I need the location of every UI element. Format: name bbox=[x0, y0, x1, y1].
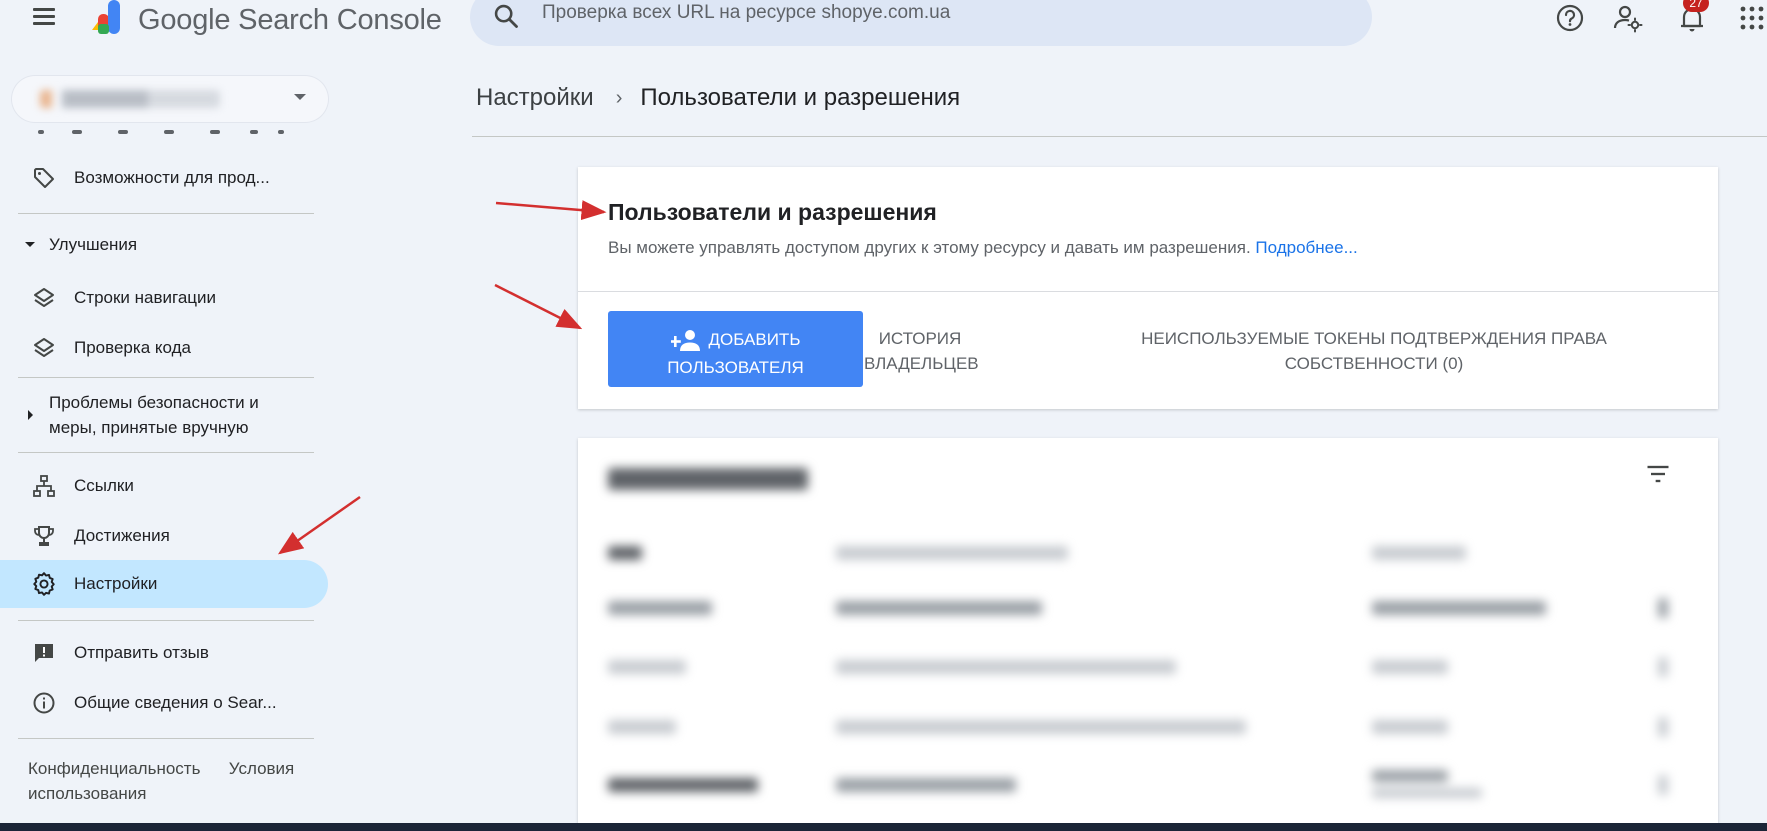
sidebar-item-merchant[interactable]: Возможности для прод... bbox=[0, 154, 330, 202]
sidebar-item-breadcrumbs[interactable]: Строки навигации bbox=[0, 274, 330, 322]
card-divider bbox=[578, 291, 1718, 292]
breadcrumb: Настройки › Пользователи и разрешения bbox=[476, 84, 960, 112]
breadcrumb-parent[interactable]: Настройки bbox=[476, 84, 594, 112]
feedback-icon bbox=[30, 639, 58, 667]
unused-tokens-button[interactable]: НЕИСПОЛЬЗУЕМЫЕ ТОКЕНЫ ПОДТВЕРЖДЕНИЯ ПРАВ… bbox=[1113, 326, 1635, 376]
add-user-label-line1: ДОБАВИТЬ bbox=[708, 330, 801, 349]
divider bbox=[18, 213, 314, 214]
sidebar-item-links[interactable]: Ссылки bbox=[0, 462, 330, 510]
sidebar-item-label: Проверка кода bbox=[74, 338, 191, 357]
divider bbox=[18, 377, 314, 378]
sidebar-item-feedback[interactable]: Отправить отзыв bbox=[0, 629, 330, 677]
trophy-icon bbox=[30, 522, 58, 550]
layers-icon bbox=[30, 284, 58, 312]
divider bbox=[18, 738, 314, 739]
sidebar-item-about[interactable]: Общие сведения о Sear... bbox=[0, 679, 330, 727]
property-selector[interactable] bbox=[12, 76, 328, 122]
chevron-right-icon: › bbox=[615, 86, 623, 109]
sidebar-item-label: Достижения bbox=[74, 526, 170, 545]
help-icon[interactable] bbox=[1554, 2, 1586, 34]
owner-history-label-line1: ИСТОРИЯ bbox=[878, 329, 962, 348]
header-divider bbox=[472, 136, 1767, 137]
notification-count-badge: 27 bbox=[1683, 0, 1709, 12]
tag-icon bbox=[30, 164, 58, 192]
chevron-down-icon bbox=[294, 94, 306, 100]
search-console-logo-icon bbox=[92, 0, 120, 34]
url-inspection-search bbox=[470, 0, 1372, 46]
apps-grid-icon[interactable] bbox=[1736, 2, 1767, 34]
sidebar-footer: Конфиденциальность Условия использования bbox=[28, 756, 328, 806]
filter-icon[interactable] bbox=[1644, 460, 1672, 488]
sidebar-navigation: Возможности для прод... Улучшения Строки… bbox=[0, 56, 330, 831]
top-bar: Google Search Console 27 bbox=[0, 0, 1767, 56]
search-icon[interactable] bbox=[492, 2, 520, 30]
learn-more-link[interactable]: Подробнее... bbox=[1255, 238, 1357, 257]
divider bbox=[18, 452, 314, 453]
sidebar-item-achievements[interactable]: Достижения bbox=[0, 512, 330, 560]
divider bbox=[18, 620, 314, 621]
section-label: Проблемы безопасности и меры, принятые в… bbox=[49, 393, 259, 437]
sidebar-item-label: Отправить отзыв bbox=[74, 643, 209, 662]
section-security[interactable]: Проблемы безопасности и меры, принятые в… bbox=[0, 390, 320, 442]
sidebar-item-label: Ссылки bbox=[74, 476, 134, 495]
privacy-link[interactable]: Конфиденциальность bbox=[28, 759, 200, 778]
product-name: Google Search Console bbox=[138, 4, 442, 36]
sidebar-item-label: Общие сведения о Sear... bbox=[74, 693, 277, 712]
unused-tokens-label-line2: СОБСТВЕННОСТИ (0) bbox=[1284, 354, 1464, 373]
url-inspection-input[interactable] bbox=[542, 2, 1302, 24]
sitemap-icon bbox=[30, 472, 58, 500]
manage-accounts-icon[interactable] bbox=[1612, 2, 1644, 34]
caret-down-icon bbox=[25, 242, 35, 247]
clipped-nav-item bbox=[38, 130, 298, 138]
owner-history-label-line2: ВЛАДЕЛЬЦЕВ bbox=[864, 354, 979, 373]
description-text: Вы можете управлять доступом других к эт… bbox=[608, 238, 1251, 257]
person-add-icon bbox=[670, 330, 700, 351]
add-user-button[interactable]: ДОБАВИТЬ ПОЛЬЗОВАТЕЛЯ bbox=[608, 311, 863, 387]
section-enhancements[interactable]: Улучшения bbox=[0, 232, 320, 262]
owner-history-button[interactable]: ИСТОРИЯ ВЛАДЕЛЬЦЕВ bbox=[864, 326, 979, 376]
main-menu-button[interactable] bbox=[28, 4, 60, 36]
sidebar-item-label: Строки навигации bbox=[74, 288, 217, 307]
info-icon bbox=[30, 689, 58, 717]
sidebar-item-label: Возможности для прод... bbox=[74, 168, 270, 187]
add-user-label-line2: ПОЛЬЗОВАТЕЛЯ bbox=[667, 358, 804, 377]
sidebar-item-code-check[interactable]: Проверка кода bbox=[0, 324, 330, 372]
gear-icon bbox=[30, 570, 58, 598]
card-title: Пользователи и разрешения bbox=[608, 199, 937, 225]
unused-tokens-label-line1: НЕИСПОЛЬЗУЕМЫЕ ТОКЕНЫ ПОДТВЕРЖДЕНИЯ ПРАВ… bbox=[1141, 329, 1607, 348]
breadcrumb-current: Пользователи и разрешения bbox=[640, 84, 961, 111]
section-label: Улучшения bbox=[49, 235, 138, 254]
users-permissions-card: Пользователи и разрешения Вы можете упра… bbox=[578, 167, 1718, 409]
sidebar-item-label: Настройки bbox=[74, 574, 158, 593]
sidebar-item-settings[interactable]: Настройки bbox=[0, 560, 328, 608]
taskbar-strip bbox=[0, 823, 1767, 831]
layers-icon bbox=[30, 334, 58, 362]
users-table-card bbox=[578, 438, 1718, 831]
property-name-blurred bbox=[40, 90, 220, 108]
caret-right-icon bbox=[28, 410, 33, 420]
annotation-arrow bbox=[494, 283, 583, 330]
card-description: Вы можете управлять доступом других к эт… bbox=[608, 238, 1358, 258]
